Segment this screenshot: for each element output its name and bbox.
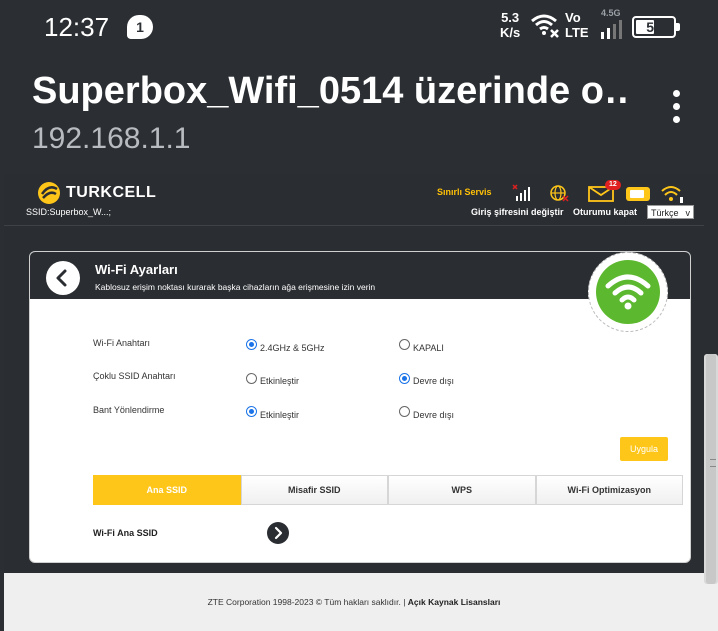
tab-main-ssid[interactable]: Ana SSID [93,475,241,505]
message-count-badge: 12 [605,180,621,190]
multi-ssid-enable-label: Etkinleştir [260,376,300,386]
back-button[interactable] [46,261,80,295]
language-value: Türkçe [651,208,679,218]
router-webpage: TURKCELL SSID:Superbox_W...; Sınırlı Ser… [4,174,718,631]
network-type: 4.5G [601,8,621,18]
browser-header: Superbox_Wifi_0514 üzerinde o… 192.168.1… [0,56,718,174]
more-options-icon[interactable] [664,90,688,130]
language-select[interactable]: Türkçe v [647,205,694,219]
signal-strength-icon [601,20,622,39]
tab-wifi-optimization[interactable]: Wi-Fi Optimizasyon [535,475,683,505]
volte-indicator: Vo LTE [565,10,589,40]
card-subtitle: Kablosuz erişim noktası kurarak başka ci… [95,282,376,292]
android-status-bar: 12:37 1 5.3 K/s Vo LTE 4.5G 51 [0,0,718,56]
page-scrollbar[interactable] [704,354,718,584]
band-steering-disable-radio[interactable] [399,406,410,417]
wifi-switch-off-label: KAPALI [413,343,444,353]
wifi-icon [605,274,651,310]
sim-card-icon [626,187,650,201]
footer-separator: | [403,597,406,607]
brand-name: TURKCELL [66,184,157,201]
band-steering-enable-label: Etkinleştir [260,410,300,420]
volte-top: Vo [565,10,581,25]
notification-bubble-icon: 1 [127,15,153,39]
page-footer: ZTE Corporation 1998-2023 © Tüm hakları … [4,573,718,631]
wifi-switch-label: Wi-Fi Anahtarı [93,338,151,348]
card-title: Wi-Fi Ayarları [95,262,178,277]
network-speed: 5.3 K/s [500,10,520,40]
router-topbar: TURKCELL SSID:Superbox_W...; Sınırlı Ser… [4,174,704,226]
wifi-switch-dualband-radio[interactable] [246,339,257,350]
volte-bottom: LTE [565,25,589,40]
chevron-left-icon [56,269,67,287]
grip-icon [710,459,716,467]
wifi-status-icon [661,186,683,203]
tab-wps[interactable]: WPS [388,475,536,505]
multi-ssid-label: Çoklu SSID Anahtarı [93,371,176,381]
wifi-x-icon [531,14,559,38]
scrollbar-thumb[interactable] [706,354,716,584]
wifi-switch-off-radio[interactable] [399,339,410,350]
wifi-emblem [588,252,668,332]
multi-ssid-disable-label: Devre dışı [413,376,455,386]
multi-ssid-enable-radio[interactable] [246,373,257,384]
tab-guest-ssid[interactable]: Misafir SSID [240,475,388,505]
ssid-line: SSID:Superbox_W...; [26,207,112,217]
logout-link[interactable]: Oturumu kapat [573,207,637,217]
speed-value: 5.3 [501,10,520,25]
service-status: Sınırlı Servis [437,187,492,197]
wifi-switch-dualband-label: 2.4GHz & 5GHz [260,343,325,353]
globe-disconnected-icon [550,185,569,202]
status-time: 12:37 [44,12,110,42]
copyright-text: ZTE Corporation 1998-2023 © Tüm hakları … [207,597,401,607]
signal-no-service-icon [512,184,530,201]
main-ssid-section-label: Wi-Fi Ana SSID [93,528,158,538]
battery-icon: 51 [632,16,680,38]
multi-ssid-disable-radio[interactable] [399,373,410,384]
band-steering-enable-radio[interactable] [246,406,257,417]
band-steering-disable-label: Devre dışı [413,410,455,420]
turkcell-logo-icon [38,182,60,204]
chevron-right-icon [274,526,283,540]
band-steering-label: Bant Yönlendirme [93,405,165,415]
footer-text: ZTE Corporation 1998-2023 © Tüm hakları … [4,597,704,607]
speed-unit: K/s [500,25,521,40]
page-title: Superbox_Wifi_0514 üzerinde o… [32,70,632,112]
open-source-licenses-link[interactable]: Açık Kaynak Lisansları [408,597,501,607]
page-url: 192.168.1.1 [32,122,191,155]
ssid-tabs: Ana SSID Misafir SSID WPS Wi-Fi Optimiza… [93,475,683,505]
battery-level: 51 [646,19,662,35]
chevron-down-icon: v [685,208,691,218]
change-password-link[interactable]: Giriş şifresini değiştir [471,207,564,217]
apply-button[interactable]: Uygula [620,437,668,461]
expand-main-ssid-button[interactable] [267,522,289,544]
